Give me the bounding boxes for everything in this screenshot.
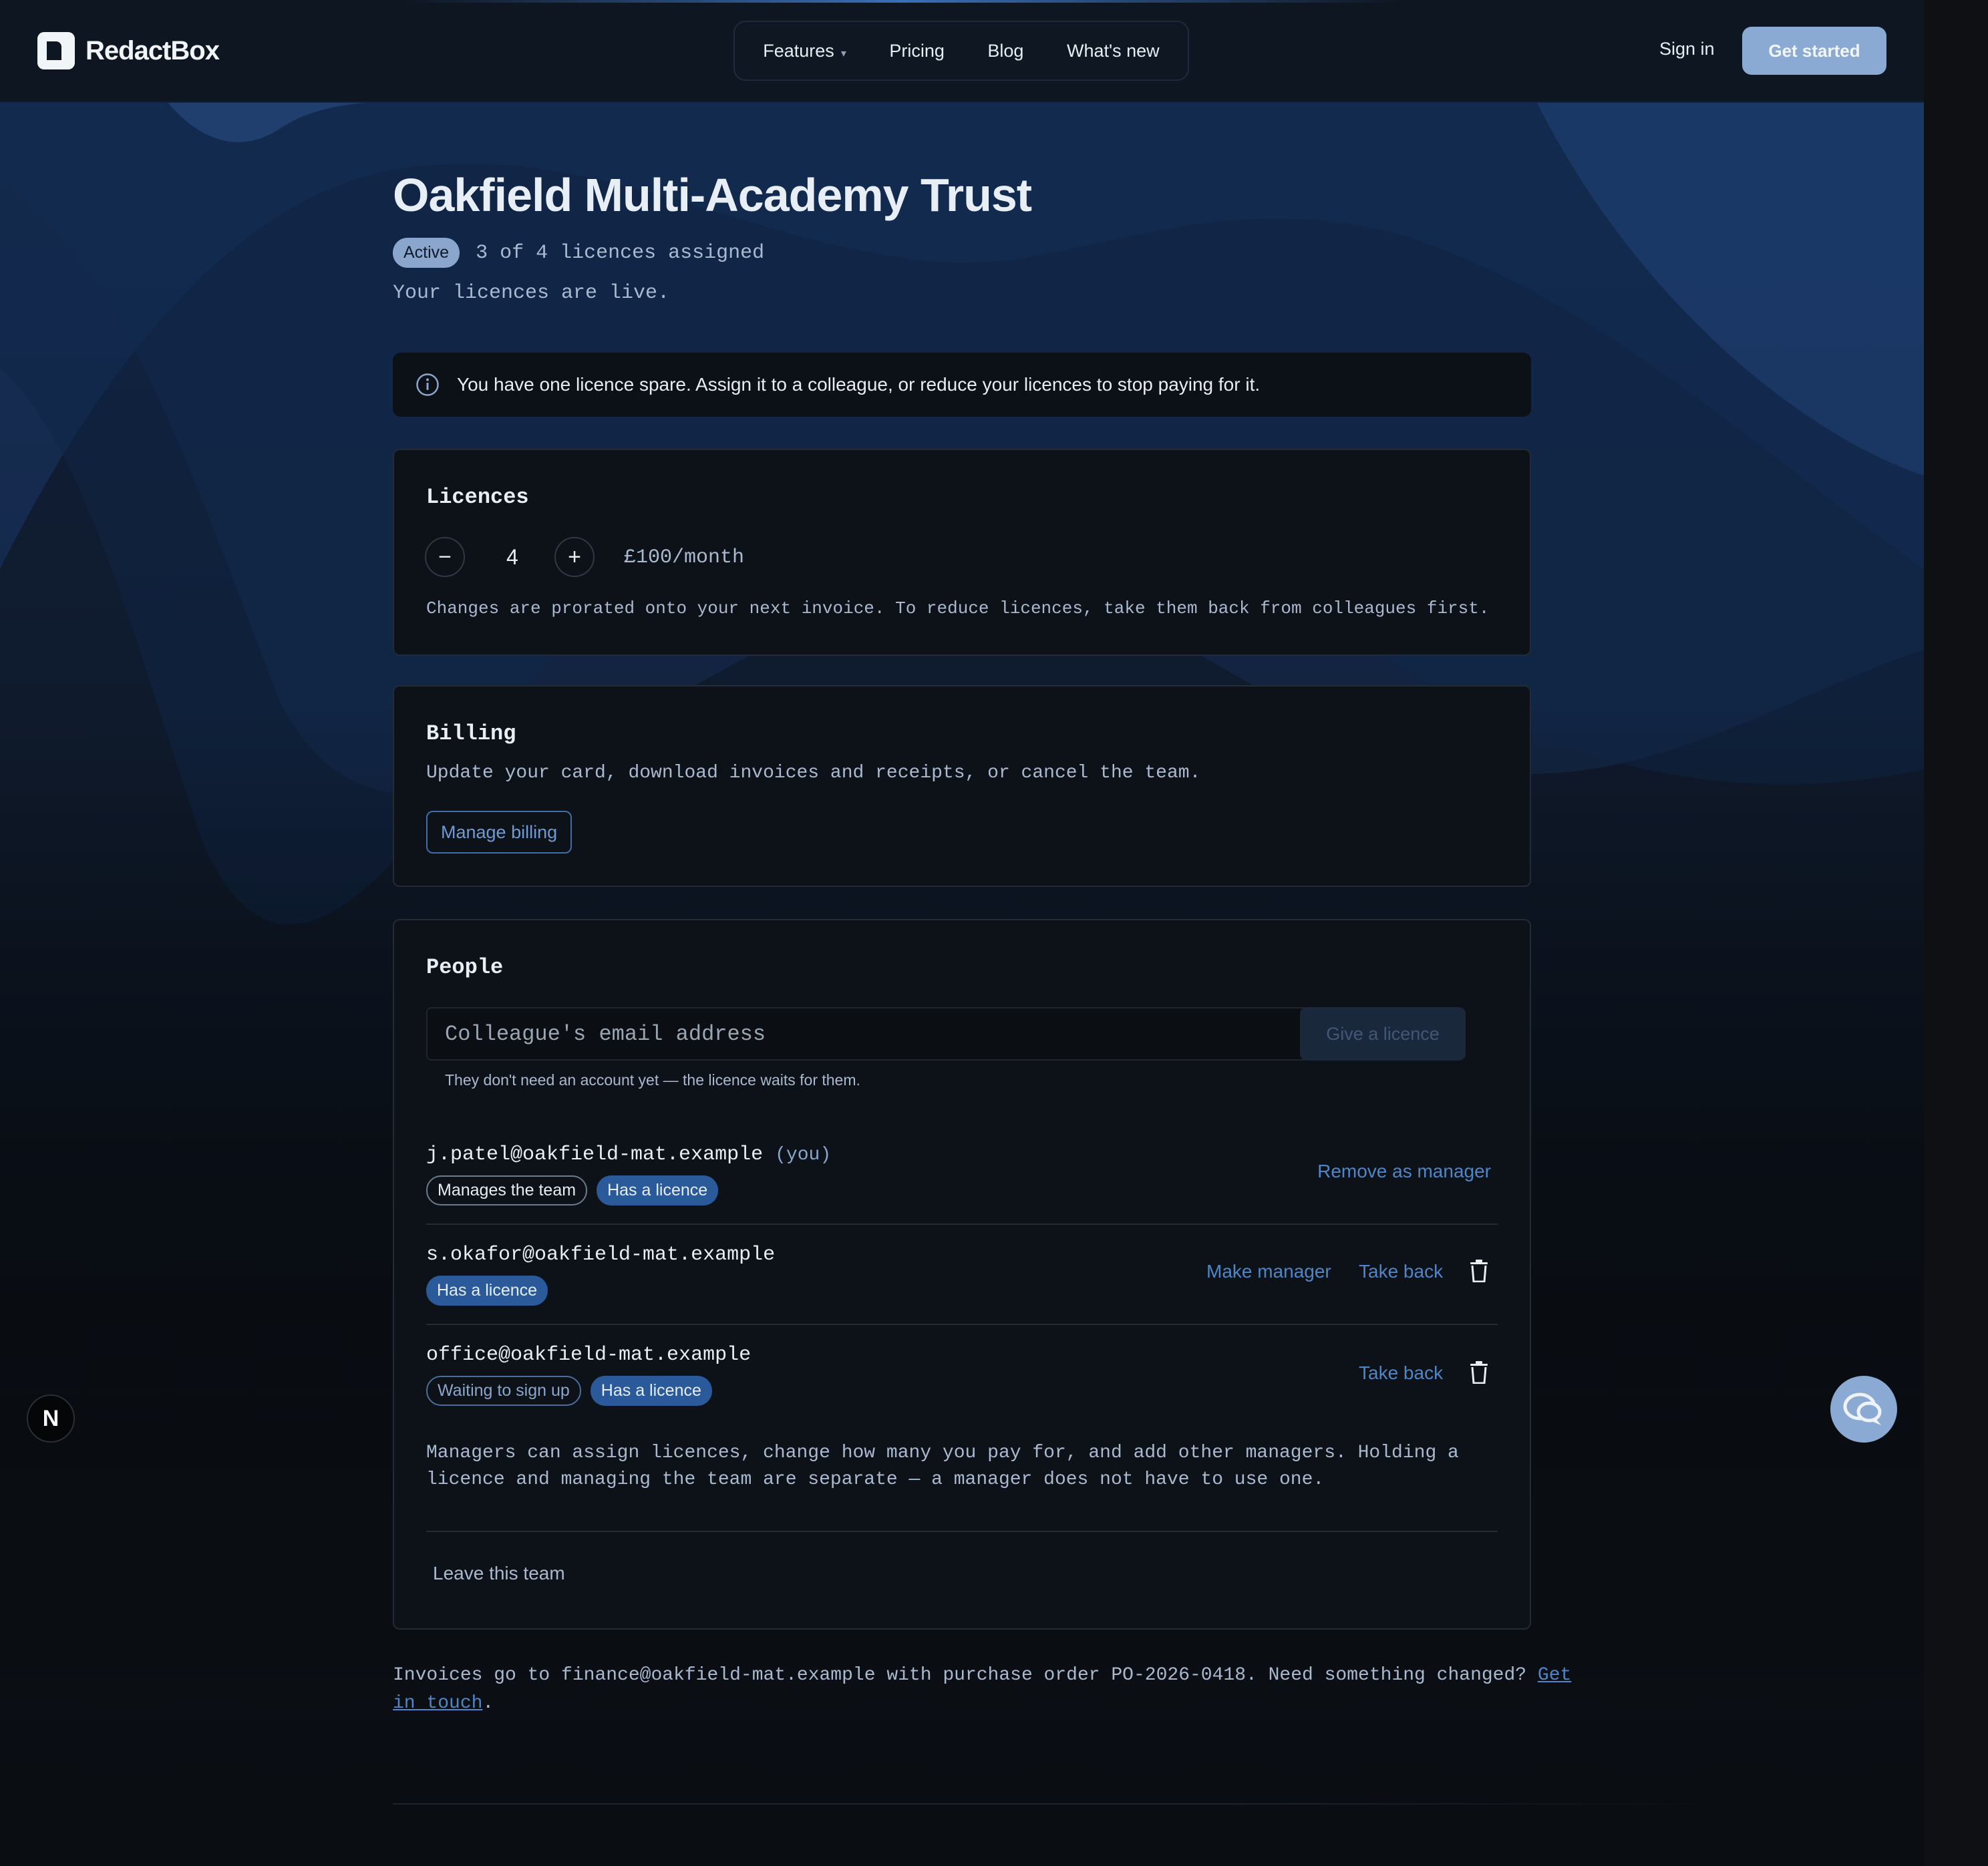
member-email: j.patel@oakfield-mat.example (you) (426, 1143, 831, 1166)
chat-icon (1843, 1392, 1882, 1425)
bottom-rule (393, 1803, 1729, 1805)
has-licence-badge: Has a licence (590, 1376, 712, 1406)
billing-title: Billing (426, 721, 516, 746)
managers-explanation: Managers can assign licences, change how… (426, 1443, 1459, 1490)
licences-card: Licences − 4 + £100/month Changes are pr… (393, 449, 1531, 656)
nav-link-pricing[interactable]: Pricing (889, 41, 945, 61)
billing-description: Update your card, download invoices and … (426, 763, 1201, 783)
nav-link-features[interactable]: Features ▾ (763, 41, 846, 61)
member-badges: Waiting to sign up Has a licence (426, 1376, 712, 1406)
scrollbar-track[interactable] (1924, 0, 1988, 1866)
invoice-note-text: Invoices go to finance@oakfield-mat.exam… (393, 1665, 1527, 1686)
status-badge: Active (393, 238, 460, 268)
invoice-note: Invoices go to finance@oakfield-mat.exam… (393, 1662, 1582, 1718)
get-started-button[interactable]: Get started (1742, 27, 1886, 75)
page-title: Oakfield Multi-Academy Trust (393, 169, 1032, 221)
nav-link-blog[interactable]: Blog (987, 41, 1023, 61)
redactbox-logo-icon (37, 32, 75, 69)
increment-licences-button[interactable]: + (554, 537, 595, 577)
member-email-text: j.patel@oakfield-mat.example (426, 1143, 764, 1166)
people-title: People (426, 955, 504, 980)
info-icon (416, 373, 439, 396)
top-nav: RedactBox Features ▾ Pricing Blog What's … (0, 0, 1924, 103)
waiting-to-sign-up-badge: Waiting to sign up (426, 1376, 581, 1406)
people-card: People Give a licence They don't need an… (393, 919, 1531, 1630)
member-email: s.okafor@oakfield-mat.example (426, 1244, 776, 1266)
member-email: office@oakfield-mat.example (426, 1344, 752, 1366)
section-divider (426, 1531, 1498, 1532)
info-banner-text: You have one licence spare. Assign it to… (457, 374, 1261, 395)
info-banner: You have one licence spare. Assign it to… (393, 353, 1531, 417)
take-back-link[interactable]: Take back (1359, 1261, 1443, 1282)
n-badge[interactable]: N (27, 1394, 75, 1443)
take-back-link[interactable]: Take back (1359, 1362, 1443, 1384)
manage-billing-button[interactable]: Manage billing (426, 811, 572, 854)
manages-team-badge: Manages the team (426, 1175, 588, 1205)
licence-price: £100/month (624, 546, 745, 569)
invoice-note-end: . (482, 1693, 494, 1714)
trash-icon[interactable] (1470, 1260, 1488, 1282)
nav-link-features-label: Features (763, 40, 834, 61)
billing-card: Billing Update your card, download invoi… (393, 685, 1531, 887)
you-label: (you) (775, 1145, 832, 1165)
has-licence-badge: Has a licence (426, 1276, 548, 1306)
remove-as-manager-link[interactable]: Remove as manager (1317, 1161, 1491, 1182)
licences-note: Changes are prorated onto your next invo… (426, 598, 1490, 618)
colleague-email-input[interactable] (426, 1007, 1308, 1061)
make-manager-link[interactable]: Make manager (1206, 1261, 1331, 1282)
licences-assigned-text: 3 of 4 licences assigned (476, 241, 765, 264)
has-licence-badge: Has a licence (597, 1175, 719, 1205)
licences-title: Licences (426, 485, 529, 510)
member-row: s.okafor@oakfield-mat.example Has a lice… (426, 1244, 1498, 1310)
member-badges: Manages the team Has a licence (426, 1175, 719, 1205)
leave-team-link[interactable]: Leave this team (433, 1563, 565, 1584)
give-licence-button[interactable]: Give a licence (1300, 1007, 1466, 1061)
nav-glow (401, 0, 1403, 3)
status-row: Active 3 of 4 licences assigned (393, 238, 764, 268)
brand-name: RedactBox (86, 35, 220, 65)
member-badges: Has a licence (426, 1276, 548, 1306)
page-subtitle: Your licences are live. (393, 282, 670, 305)
sign-in-link[interactable]: Sign in (1659, 39, 1715, 59)
row-divider (426, 1224, 1498, 1225)
chat-button[interactable] (1830, 1376, 1897, 1443)
member-row: office@oakfield-mat.example Waiting to s… (426, 1344, 1498, 1411)
nav-link-whats-new[interactable]: What's new (1067, 41, 1160, 61)
email-helper-text: They don't need an account yet — the lic… (445, 1071, 860, 1089)
trash-icon[interactable] (1470, 1361, 1488, 1384)
brand-logo[interactable]: RedactBox (37, 32, 220, 69)
chevron-down-icon: ▾ (840, 47, 846, 59)
row-divider (426, 1324, 1498, 1325)
nav-links: Features ▾ Pricing Blog What's new (733, 21, 1189, 81)
decrement-licences-button[interactable]: − (425, 537, 465, 577)
licence-count: 4 (506, 545, 518, 569)
member-row: j.patel@oakfield-mat.example (you) Manag… (426, 1143, 1498, 1210)
